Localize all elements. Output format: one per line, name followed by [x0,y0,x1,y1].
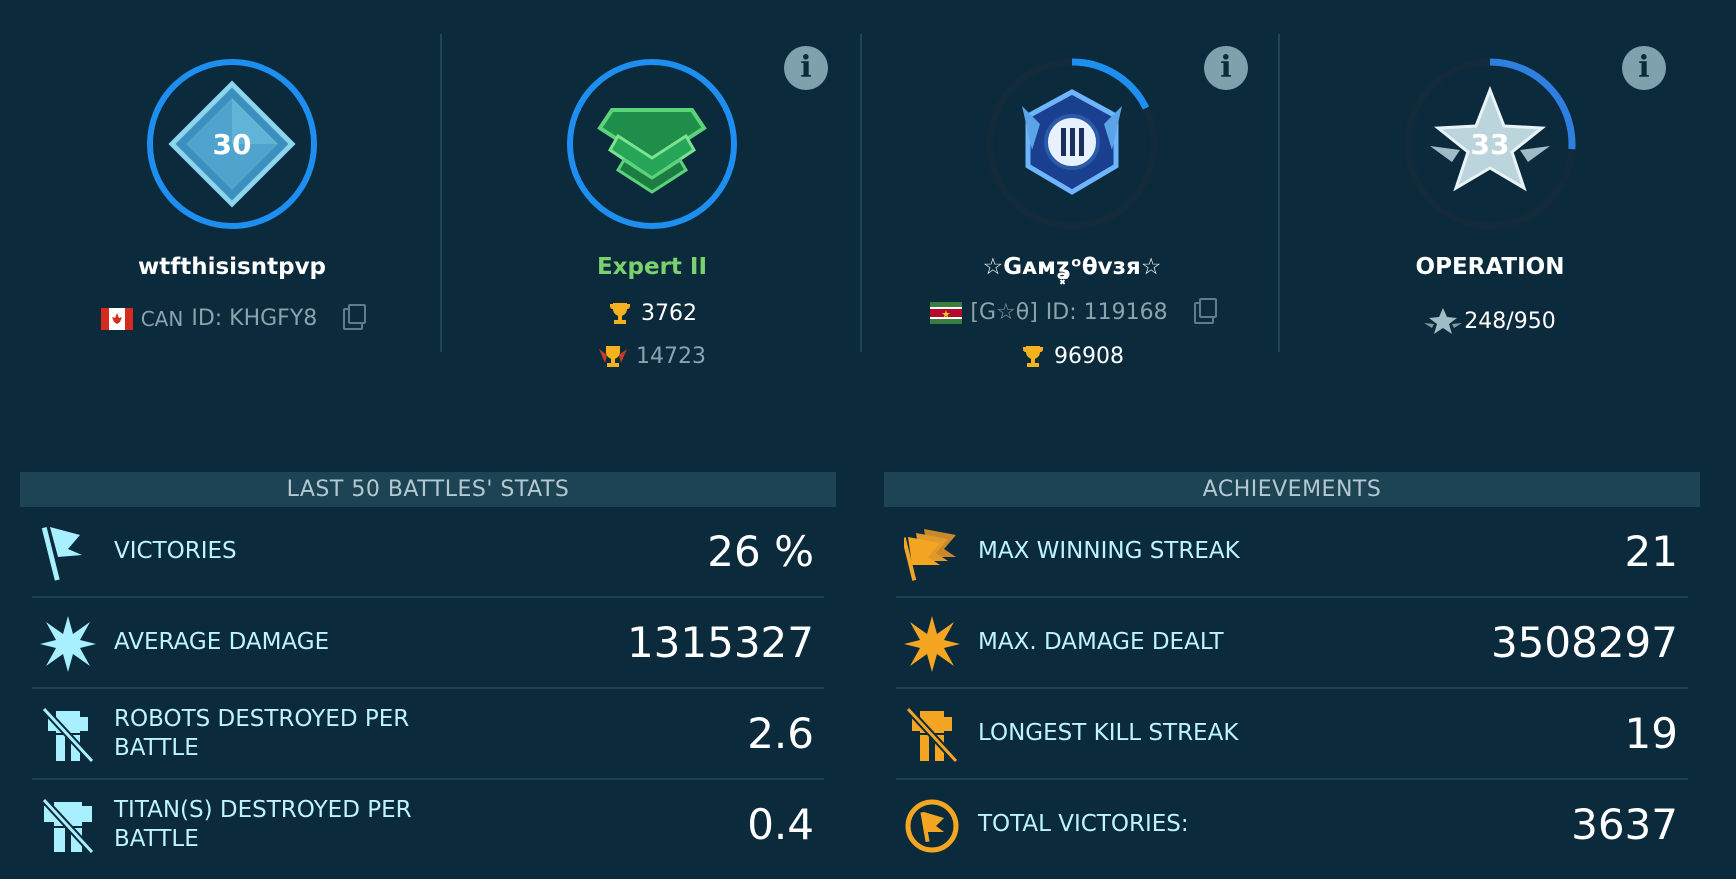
player-id: ID: KHGFY8 [191,306,318,331]
clan-rank-badge [986,58,1158,230]
achievement-label: MAX WINNING STREAK [978,538,1240,564]
clan-id: ID: 119168 [1045,300,1168,325]
trophies-row: 3762 [442,300,862,326]
operation-level: 33 [1471,128,1510,161]
stat-value: 1315327 [626,618,814,667]
stat-row-robots-destroyed: ROBOTS DESTROYED PER BATTLE 2.6 [32,689,824,780]
achievement-row-total-victories: TOTAL VICTORIES: 3637 [896,780,1688,869]
achievements-header: ACHIEVEMENTS [884,472,1700,507]
flags-streak-icon [904,529,956,581]
league-badge [567,59,737,229]
stat-row-average-damage: AVERAGE DAMAGE 1315327 [32,598,824,689]
robot-destroyed-icon [41,706,95,764]
clan-trophy-count: 96908 [1054,343,1124,369]
achievement-row-winning-streak: MAX WINNING STREAK 21 [896,507,1688,598]
copy-clan-id-icon[interactable] [1193,297,1217,324]
achievement-label: TOTAL VICTORIES: [978,811,1189,837]
max-trophy-count: 14723 [636,343,706,369]
achievement-value: 3637 [1571,800,1678,849]
max-trophy-icon [599,346,627,367]
clan-id-row: [G☆θ] ID: 119168 [862,297,1282,325]
stat-label: VICTORIES [114,538,237,564]
burst-icon [40,616,96,672]
max-trophies-row: 14723 [442,343,862,369]
battle-stats-header: LAST 50 BATTLES' STATS [20,472,836,507]
copy-id-icon[interactable] [343,303,367,330]
achievement-row-max-damage: MAX. DAMAGE DEALT 3508297 [896,598,1688,689]
suriname-flag-icon [930,301,963,324]
league-info-button[interactable]: i [784,46,828,90]
stat-value: 26 % [707,527,814,576]
stat-label: TITAN(S) DESTROYED PER BATTLE [114,796,412,852]
achievement-label: LONGEST KILL STREAK [978,720,1239,746]
trophy-icon [1022,346,1044,367]
player-id-row: CAN ID: KHGFY8 [22,303,442,331]
trophy-icon [609,303,631,324]
battle-stats-panel: LAST 50 BATTLES' STATS VICTORIES 26 % AV… [20,472,836,869]
burst-icon [904,616,960,672]
stat-value: 0.4 [747,800,814,849]
country-code: CAN [140,306,184,331]
clan-section: i ☆Gᴀᴍʓ͓ᵒθvзя☆ [G☆θ] ID: 119168 96908 [862,0,1282,400]
achievement-label: MAX. DAMAGE DEALT [978,629,1224,655]
achievement-value: 21 [1624,527,1678,576]
operation-star-icon [1424,308,1463,334]
operation-title: OPERATION [1415,254,1565,280]
clan-name: ☆Gᴀᴍʓ͓ᵒθvзя☆ [982,254,1162,280]
clan-trophies-row: 96908 [862,343,1282,369]
operation-info-button[interactable]: i [1622,46,1666,90]
victory-medal-icon [905,799,959,853]
player-level-badge: 30 [147,59,317,229]
username: wtfthisisntpvp [137,254,327,280]
achievement-row-kill-streak: LONGEST KILL STREAK 19 [896,689,1688,780]
canada-flag-icon [100,307,133,330]
operation-badge: 33 [1404,58,1576,230]
flag-icon [41,527,82,581]
operation-progress-row: 248/950 [1280,306,1700,336]
stat-value: 2.6 [747,709,814,758]
clan-info-button[interactable]: i [1204,46,1248,90]
trophy-count: 3762 [641,300,697,326]
achievement-value: 3508297 [1490,618,1678,667]
achievement-value: 19 [1624,709,1678,758]
titan-destroyed-icon [41,797,95,855]
robot-destroyed-icon [905,706,959,764]
league-rank: Expert II [596,254,708,280]
clan-tag: [G☆θ] [970,300,1038,325]
stat-label: ROBOTS DESTROYED PER BATTLE [114,705,410,761]
stat-row-victories: VICTORIES 26 % [32,507,824,598]
operation-section: i 33 OPERATION 248/950 [1280,0,1700,400]
stat-label: AVERAGE DAMAGE [114,629,330,655]
achievements-panel: ACHIEVEMENTS MAX WINNING STREAK 21 MAX. … [884,472,1700,869]
player-profile: 30 wtfthisisntpvp CAN ID: KHGFY8 [22,0,442,400]
player-level: 30 [213,128,252,161]
stat-row-titans-destroyed: TITAN(S) DESTROYED PER BATTLE 0.4 [32,780,824,869]
league-section: i Expert II 3762 14723 [442,0,862,400]
operation-progress: 248/950 [1464,308,1556,334]
